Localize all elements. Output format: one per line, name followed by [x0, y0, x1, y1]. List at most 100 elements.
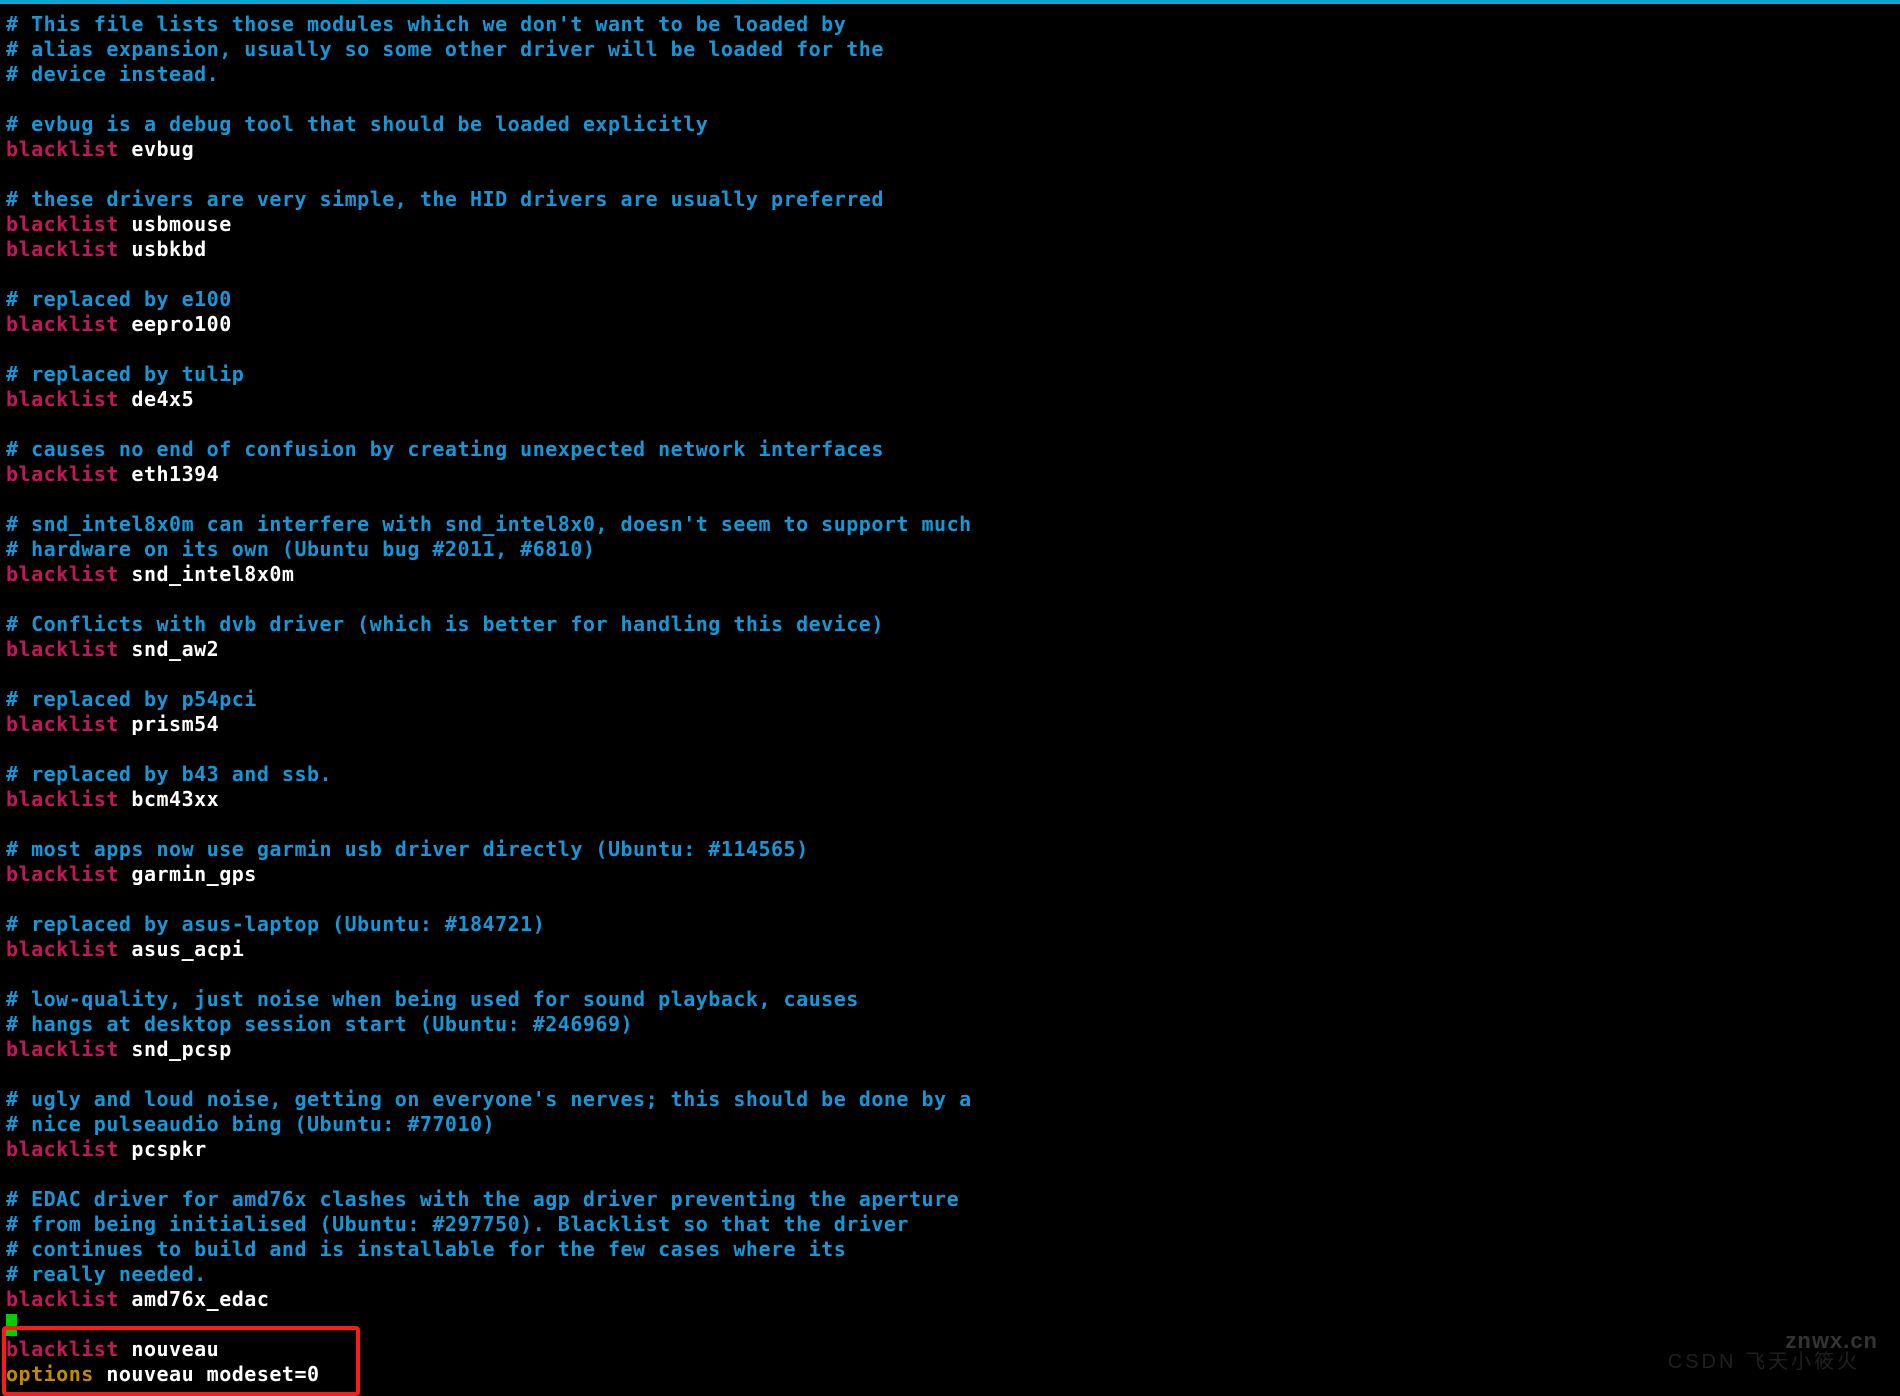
terminal-line: # evbug is a debug tool that should be l… [6, 112, 1894, 137]
terminal-line: # ugly and loud noise, getting on everyo… [6, 1087, 1894, 1112]
module-name: usbkbd [119, 237, 207, 261]
terminal-line: blacklist snd_aw2 [6, 637, 1894, 662]
comment-text: # replaced by tulip [6, 362, 244, 386]
terminal-line [6, 812, 1894, 837]
comment-text: # nice pulseaudio bing (Ubuntu: #77010) [6, 1112, 495, 1136]
comment-text: # these drivers are very simple, the HID… [6, 187, 884, 211]
module-name: nouveau [119, 1337, 219, 1361]
terminal-line [6, 1312, 1894, 1337]
terminal-line [6, 662, 1894, 687]
terminal-line: blacklist asus_acpi [6, 937, 1894, 962]
blacklist-keyword: blacklist [6, 937, 119, 961]
module-name: asus_acpi [119, 937, 244, 961]
terminal-line: blacklist usbkbd [6, 237, 1894, 262]
terminal-line: # from being initialised (Ubuntu: #29775… [6, 1212, 1894, 1237]
module-name: snd_intel8x0m [119, 562, 295, 586]
terminal-line [6, 1162, 1894, 1187]
terminal-line: blacklist snd_intel8x0m [6, 562, 1894, 587]
terminal-line: blacklist amd76x_edac [6, 1287, 1894, 1312]
terminal-line: # continues to build and is installable … [6, 1237, 1894, 1262]
blacklist-keyword: blacklist [6, 212, 119, 236]
blacklist-keyword: blacklist [6, 462, 119, 486]
cursor [6, 1314, 17, 1336]
terminal-line: # replaced by tulip [6, 362, 1894, 387]
module-name: evbug [119, 137, 194, 161]
comment-text: # causes no end of confusion by creating… [6, 437, 884, 461]
blacklist-keyword: blacklist [6, 137, 119, 161]
terminal-line: # This file lists those modules which we… [6, 12, 1894, 37]
terminal-line [6, 337, 1894, 362]
blacklist-keyword: blacklist [6, 862, 119, 886]
terminal-line [6, 487, 1894, 512]
module-name: snd_pcsp [119, 1037, 232, 1061]
terminal-line: # snd_intel8x0m can interfere with snd_i… [6, 512, 1894, 537]
module-name: pcspkr [119, 1137, 207, 1161]
comment-text: # ugly and loud noise, getting on everyo… [6, 1087, 972, 1111]
terminal-line: # these drivers are very simple, the HID… [6, 187, 1894, 212]
terminal-line: # replaced by asus-laptop (Ubuntu: #1847… [6, 912, 1894, 937]
terminal-line [6, 162, 1894, 187]
comment-text: # replaced by p54pci [6, 687, 257, 711]
blacklist-keyword: blacklist [6, 1287, 119, 1311]
terminal-line: blacklist de4x5 [6, 387, 1894, 412]
blacklist-keyword: blacklist [6, 312, 119, 336]
terminal-line [6, 887, 1894, 912]
terminal-line: blacklist nouveau [6, 1337, 1894, 1362]
blacklist-keyword: blacklist [6, 387, 119, 411]
terminal-line: blacklist snd_pcsp [6, 1037, 1894, 1062]
comment-text: # This file lists those modules which we… [6, 12, 846, 36]
terminal-line [6, 962, 1894, 987]
terminal-line: # nice pulseaudio bing (Ubuntu: #77010) [6, 1112, 1894, 1137]
blacklist-keyword: blacklist [6, 712, 119, 736]
blacklist-keyword: blacklist [6, 637, 119, 661]
module-name: snd_aw2 [119, 637, 219, 661]
terminal-line: # device instead. [6, 62, 1894, 87]
comment-text: # really needed. [6, 1262, 207, 1286]
terminal-line: blacklist pcspkr [6, 1137, 1894, 1162]
comment-text: # low-quality, just noise when being use… [6, 987, 859, 1011]
terminal-line: # really needed. [6, 1262, 1894, 1287]
comment-text: # continues to build and is installable … [6, 1237, 846, 1261]
comment-text: # from being initialised (Ubuntu: #29775… [6, 1212, 909, 1236]
comment-text: # EDAC driver for amd76x clashes with th… [6, 1187, 959, 1211]
terminal-editor[interactable]: # This file lists those modules which we… [0, 4, 1900, 1393]
terminal-line [6, 412, 1894, 437]
terminal-line: # low-quality, just noise when being use… [6, 987, 1894, 1012]
comment-text: # hardware on its own (Ubuntu bug #2011,… [6, 537, 595, 561]
terminal-line: # hangs at desktop session start (Ubuntu… [6, 1012, 1894, 1037]
terminal-line [6, 87, 1894, 112]
terminal-line: blacklist prism54 [6, 712, 1894, 737]
terminal-line: # alias expansion, usually so some other… [6, 37, 1894, 62]
comment-text: # hangs at desktop session start (Ubuntu… [6, 1012, 633, 1036]
terminal-line [6, 262, 1894, 287]
module-name: garmin_gps [119, 862, 257, 886]
terminal-line: # replaced by e100 [6, 287, 1894, 312]
terminal-line [6, 1062, 1894, 1087]
blacklist-keyword: blacklist [6, 1337, 119, 1361]
module-name: usbmouse [119, 212, 232, 236]
terminal-line: blacklist garmin_gps [6, 862, 1894, 887]
terminal-line: blacklist usbmouse [6, 212, 1894, 237]
comment-text: # evbug is a debug tool that should be l… [6, 112, 708, 136]
options-keyword: options [6, 1362, 94, 1386]
terminal-line: # most apps now use garmin usb driver di… [6, 837, 1894, 862]
terminal-line: # causes no end of confusion by creating… [6, 437, 1894, 462]
module-name: bcm43xx [119, 787, 219, 811]
comment-text: # device instead. [6, 62, 219, 86]
module-name: prism54 [119, 712, 219, 736]
comment-text: # alias expansion, usually so some other… [6, 37, 884, 61]
comment-text: # replaced by asus-laptop (Ubuntu: #1847… [6, 912, 545, 936]
comment-text: # most apps now use garmin usb driver di… [6, 837, 809, 861]
terminal-line: # EDAC driver for amd76x clashes with th… [6, 1187, 1894, 1212]
comment-text: # snd_intel8x0m can interfere with snd_i… [6, 512, 972, 536]
comment-text: # Conflicts with dvb driver (which is be… [6, 612, 884, 636]
watermark-bottom: CSDN 飞天小筱火 [1668, 1352, 1860, 1372]
module-name: de4x5 [119, 387, 194, 411]
blacklist-keyword: blacklist [6, 562, 119, 586]
terminal-line: blacklist evbug [6, 137, 1894, 162]
terminal-line [6, 737, 1894, 762]
terminal-line: blacklist bcm43xx [6, 787, 1894, 812]
comment-text: # replaced by e100 [6, 287, 232, 311]
terminal-line [6, 587, 1894, 612]
comment-text: # replaced by b43 and ssb. [6, 762, 332, 786]
